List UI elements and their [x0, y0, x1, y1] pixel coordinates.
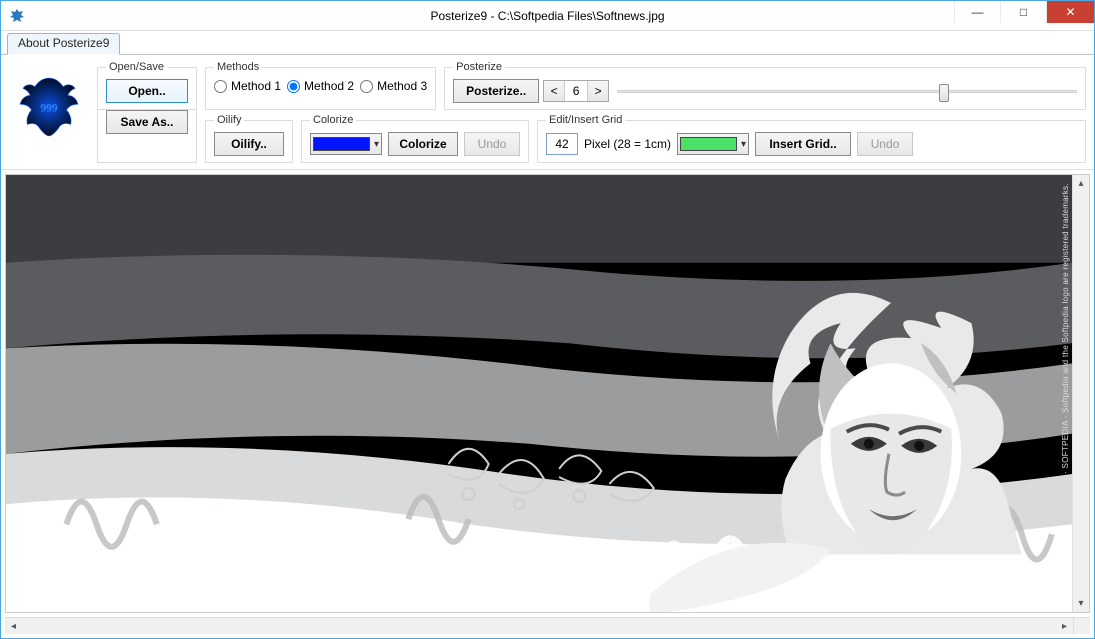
window-title: Posterize9 - C:\Softpedia Files\Softnews…: [1, 9, 1094, 23]
group-methods-legend: Methods: [214, 61, 262, 73]
posterize-stepper: < 6 >: [543, 80, 609, 102]
dropdown-icon: ▾: [374, 139, 379, 150]
grid-undo-button[interactable]: Undo: [857, 132, 913, 156]
group-oilify: Oilify Oilify..: [205, 114, 293, 163]
group-open-save-legend: Open/Save: [106, 61, 167, 73]
radio-method-2-label: Method 2: [304, 79, 354, 93]
group-grid: Edit/Insert Grid Pixel (28 = 1cm) ▾ Inse…: [537, 114, 1086, 163]
radio-method-2-input[interactable]: [287, 80, 300, 93]
radio-method-1-label: Method 1: [231, 79, 281, 93]
posterize-slider-thumb[interactable]: [939, 84, 949, 102]
group-oilify-legend: Oilify: [214, 114, 244, 126]
dropdown-icon: ▾: [741, 139, 746, 150]
radio-method-3[interactable]: Method 3: [360, 79, 427, 93]
colorize-button[interactable]: Colorize: [388, 132, 458, 156]
svg-text:999: 999: [40, 102, 58, 114]
radio-method-1[interactable]: Method 1: [214, 79, 281, 93]
group-open-save: Open/Save Open..: [97, 61, 197, 110]
toolbar: 999 Open/Save Open.. Methods Meth: [1, 55, 1094, 170]
horizontal-scrollbar[interactable]: ◂ ▸: [5, 617, 1090, 634]
colorize-undo-button[interactable]: Undo: [464, 132, 520, 156]
app-logo: 999: [9, 67, 89, 147]
group-methods: Methods Method 1 Method 2 Method 3: [205, 61, 436, 110]
image-viewport-container: (c) 2004 · SOFTPEDIA · Softpedia and the…: [5, 174, 1090, 613]
posterize-next[interactable]: >: [588, 81, 608, 101]
titlebar: Posterize9 - C:\Softpedia Files\Softnews…: [1, 1, 1094, 31]
grid-pixel-input[interactable]: [546, 133, 578, 155]
scroll-up-icon[interactable]: ▴: [1073, 175, 1089, 192]
posterize-button[interactable]: Posterize..: [453, 79, 539, 103]
app-icon: [9, 8, 25, 24]
posterize-prev[interactable]: <: [544, 81, 564, 101]
app-window: Posterize9 - C:\Softpedia Files\Softnews…: [0, 0, 1095, 639]
tab-about[interactable]: About Posterize9: [7, 33, 120, 55]
scrollbar-corner: [1073, 618, 1090, 634]
grid-swatch: [680, 137, 737, 151]
posterize-slider[interactable]: [617, 82, 1077, 100]
group-colorize-legend: Colorize: [310, 114, 356, 126]
tabstrip: About Posterize9: [1, 31, 1094, 55]
image-viewport[interactable]: (c) 2004 · SOFTPEDIA · Softpedia and the…: [6, 175, 1072, 612]
scroll-left-icon[interactable]: ◂: [5, 618, 22, 634]
grid-pixel-note: Pixel (28 = 1cm): [584, 137, 671, 151]
scroll-down-icon[interactable]: ▾: [1073, 595, 1089, 612]
maximize-button[interactable]: □: [1000, 1, 1046, 23]
radio-method-2[interactable]: Method 2: [287, 79, 354, 93]
minimize-button[interactable]: —: [954, 1, 1000, 23]
window-controls: — □ ✕: [954, 1, 1094, 23]
group-posterize: Posterize Posterize.. < 6 >: [444, 61, 1086, 110]
oilify-button[interactable]: Oilify..: [214, 132, 284, 156]
group-posterize-legend: Posterize: [453, 61, 505, 73]
radio-method-3-label: Method 3: [377, 79, 427, 93]
radio-method-3-input[interactable]: [360, 80, 373, 93]
save-as-button[interactable]: Save As..: [106, 110, 188, 134]
scroll-right-icon[interactable]: ▸: [1056, 618, 1073, 634]
posterize-value: 6: [564, 81, 588, 101]
grid-color-picker[interactable]: ▾: [677, 133, 749, 155]
colorize-color-picker[interactable]: ▾: [310, 133, 382, 155]
colorize-swatch: [313, 137, 370, 151]
insert-grid-button[interactable]: Insert Grid..: [755, 132, 851, 156]
vertical-scrollbar[interactable]: ▴ ▾: [1072, 175, 1089, 612]
group-colorize: Colorize ▾ Colorize Undo: [301, 114, 529, 163]
open-button[interactable]: Open..: [106, 79, 188, 103]
image-copyright: (c) 2004 · SOFTPEDIA · Softpedia and the…: [1061, 183, 1070, 508]
close-button[interactable]: ✕: [1046, 1, 1094, 23]
group-grid-legend: Edit/Insert Grid: [546, 114, 625, 126]
group-open-save-lower: Save As..: [97, 108, 197, 163]
radio-method-1-input[interactable]: [214, 80, 227, 93]
toolbar-rows: Open/Save Open.. Methods Method 1: [97, 61, 1086, 163]
